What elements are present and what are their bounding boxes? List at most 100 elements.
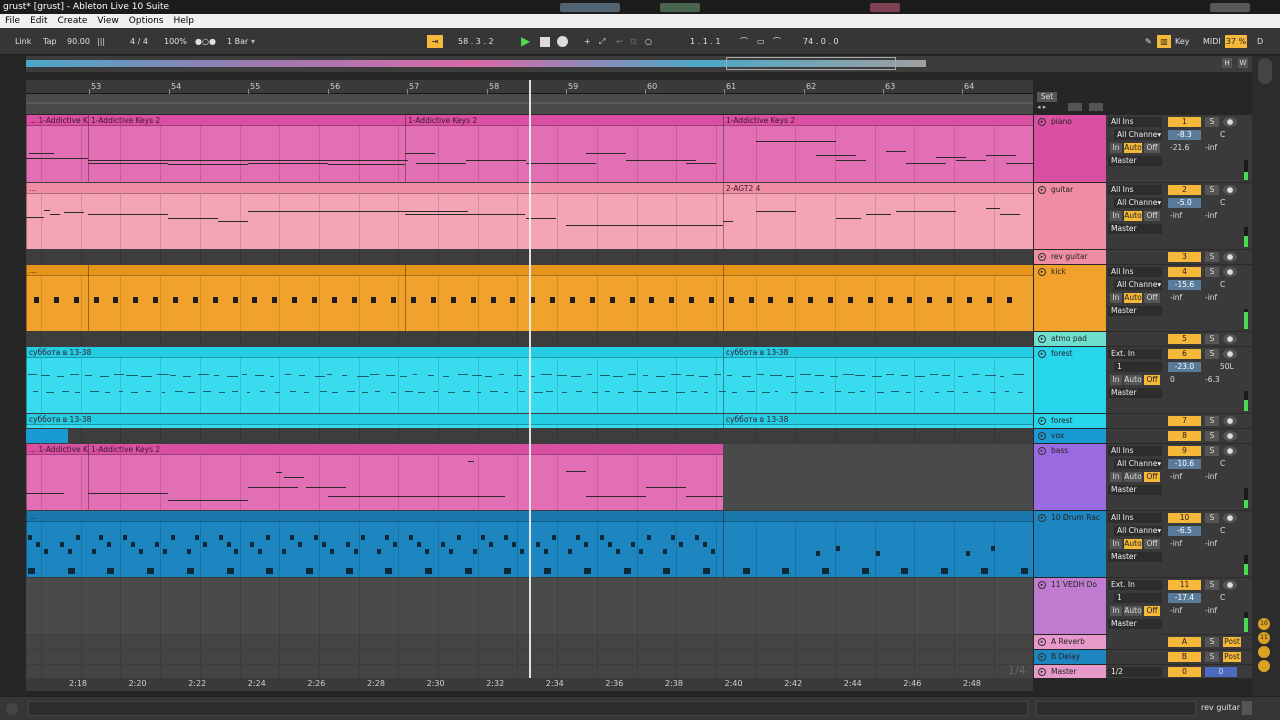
playhead[interactable] (529, 80, 531, 678)
input-channel-select[interactable]: 1 (1114, 593, 1162, 603)
arm-record-icon[interactable]: ● (1223, 252, 1237, 262)
input-channel-select[interactable]: All Channe▾ (1114, 526, 1162, 536)
punch-in-icon[interactable]: ⌒ (740, 28, 748, 55)
volume-field[interactable]: -10.6 (1168, 459, 1201, 469)
zoom-height-button[interactable]: H (1222, 58, 1232, 68)
monitor-in-button[interactable]: In (1110, 211, 1122, 221)
arrangement-position[interactable]: 58 . 3 . 2 (458, 28, 494, 55)
fold-arrow-icon[interactable]: ▸ (1038, 268, 1046, 276)
clip-header[interactable] (723, 183, 1033, 194)
clip-header[interactable] (26, 183, 723, 194)
keyboard-icon[interactable]: ▥ (1157, 35, 1171, 48)
track-activator-button[interactable]: A (1168, 637, 1201, 647)
sidebar-number[interactable]: 11 (1258, 632, 1270, 644)
arm-record-icon[interactable]: ● (1223, 580, 1237, 590)
volume-field[interactable]: -15.6 (1168, 280, 1201, 290)
signature-field[interactable]: 4 / 4 (130, 28, 148, 55)
input-type-select[interactable]: All Ins (1108, 267, 1162, 277)
capture-icon[interactable]: ⊡ (630, 28, 637, 55)
monitor-in-button[interactable]: In (1110, 606, 1122, 616)
input-channel-select[interactable]: All Channe▾ (1114, 130, 1162, 140)
clip-header[interactable] (88, 444, 723, 455)
menu-file[interactable]: File (5, 16, 20, 26)
track-header-13[interactable]: ▸ Master (1034, 665, 1106, 678)
pan-field[interactable]: C (1220, 526, 1225, 536)
track-activator-button[interactable]: 2 (1168, 185, 1201, 195)
track-activator-button[interactable]: 11 (1168, 580, 1201, 590)
input-channel-select[interactable]: All Channe▾ (1114, 198, 1162, 208)
input-channel-select[interactable]: All Channe▾ (1114, 280, 1162, 290)
monitor-in-button[interactable]: In (1110, 375, 1122, 385)
solo-button[interactable]: S (1205, 185, 1219, 195)
zoom-field[interactable]: 100% (164, 28, 187, 55)
track-header-12[interactable]: ▸ B Delay (1034, 650, 1106, 664)
play-icon[interactable]: ▶ (521, 28, 530, 55)
input-channel-select[interactable]: All Channe▾ (1114, 459, 1162, 469)
clip-header[interactable] (26, 414, 723, 425)
output-select[interactable]: Master (1108, 552, 1162, 562)
fold-arrow-icon[interactable]: ▸ (1038, 417, 1046, 425)
arm-record-icon[interactable]: ● (1223, 416, 1237, 426)
post-button[interactable]: Post (1223, 637, 1241, 647)
circle-indicator-icon[interactable] (1258, 660, 1270, 672)
track-activator-button[interactable]: 10 (1168, 513, 1201, 523)
arm-record-icon[interactable]: ● (1223, 334, 1237, 344)
track-activator-button[interactable]: 7 (1168, 416, 1201, 426)
midi-map-button[interactable]: MIDI (1203, 28, 1221, 55)
pan-field[interactable]: C (1220, 593, 1225, 603)
track-activator-button[interactable]: 3 (1168, 252, 1201, 262)
sub-output-select[interactable] (1108, 169, 1162, 179)
fold-arrow-icon[interactable]: ▸ (1038, 581, 1046, 589)
tempo-field[interactable]: 90.00 (67, 28, 90, 55)
track-activator-button[interactable]: 4 (1168, 267, 1201, 277)
output-select[interactable]: Master (1108, 156, 1162, 166)
track-header-9[interactable]: ▸ 10 Drum Rac (1034, 511, 1106, 577)
volume-field[interactable]: -17.4 (1168, 593, 1201, 603)
bars-icon[interactable]: ||| (97, 28, 105, 55)
sub-output-select[interactable] (1108, 401, 1162, 411)
fold-arrow-icon[interactable]: ▸ (1038, 253, 1046, 261)
pan-field[interactable]: C (1220, 459, 1225, 469)
arrangement-overview[interactable]: H W (26, 56, 1252, 72)
track-header-10[interactable]: ▸ 11 VEDH Do (1034, 578, 1106, 634)
volume-field[interactable]: -6.5 (1168, 526, 1201, 536)
sub-output-select[interactable] (1108, 319, 1162, 329)
zoom-width-button[interactable]: W (1238, 58, 1248, 68)
monitor-in-button[interactable]: In (1110, 293, 1122, 303)
track-header-3[interactable]: ▸ kick (1034, 265, 1106, 331)
pan-field[interactable]: 50L (1220, 362, 1234, 372)
automation-arm-icon[interactable]: ⤢ (599, 28, 605, 55)
tap-button[interactable]: Tap (43, 28, 57, 55)
master-output-button[interactable]: 0 (1205, 667, 1237, 677)
solo-button[interactable]: S (1205, 513, 1219, 523)
menu-create[interactable]: Create (58, 16, 88, 26)
locator-arrows-icon[interactable]: ◂ ▸ (1037, 103, 1046, 111)
fold-arrow-icon[interactable]: ▸ (1038, 653, 1046, 661)
session-record-icon[interactable]: ○ (645, 28, 652, 55)
track-activator-button[interactable]: 9 (1168, 446, 1201, 456)
monitor-auto-button[interactable]: Auto (1124, 606, 1142, 616)
track-activator-button[interactable]: 5 (1168, 334, 1201, 344)
input-channel-select[interactable]: 1 (1114, 362, 1162, 372)
monitor-auto-button[interactable]: Auto (1124, 539, 1142, 549)
solo-button[interactable]: S (1205, 580, 1219, 590)
stop-icon[interactable] (540, 37, 550, 47)
fold-arrow-icon[interactable]: ▸ (1038, 432, 1046, 440)
fold-arrow-icon[interactable]: ▸ (1038, 668, 1046, 676)
volume-field[interactable]: -5.0 (1168, 198, 1201, 208)
solo-button[interactable]: S (1205, 117, 1219, 127)
fold-arrow-icon[interactable]: ▸ (1038, 186, 1046, 194)
arm-record-icon[interactable]: ● (1223, 513, 1237, 523)
clip-header[interactable] (723, 511, 1033, 522)
post-button[interactable]: Post (1223, 652, 1241, 662)
solo-button[interactable]: S (1205, 334, 1219, 344)
menu-view[interactable]: View (97, 16, 118, 26)
loop-start-field[interactable]: 1 . 1 . 1 (690, 28, 721, 55)
monitor-in-button[interactable]: In (1110, 472, 1122, 482)
overdub-icon[interactable]: + (584, 28, 591, 55)
monitor-off-button[interactable]: Off (1144, 293, 1160, 303)
arm-record-icon[interactable]: ● (1223, 431, 1237, 441)
draw-mode-icon[interactable]: ✎ (1145, 28, 1152, 55)
track-header-2[interactable]: ▸ rev guitar (1034, 250, 1106, 264)
fold-arrow-icon[interactable]: ▸ (1038, 638, 1046, 646)
